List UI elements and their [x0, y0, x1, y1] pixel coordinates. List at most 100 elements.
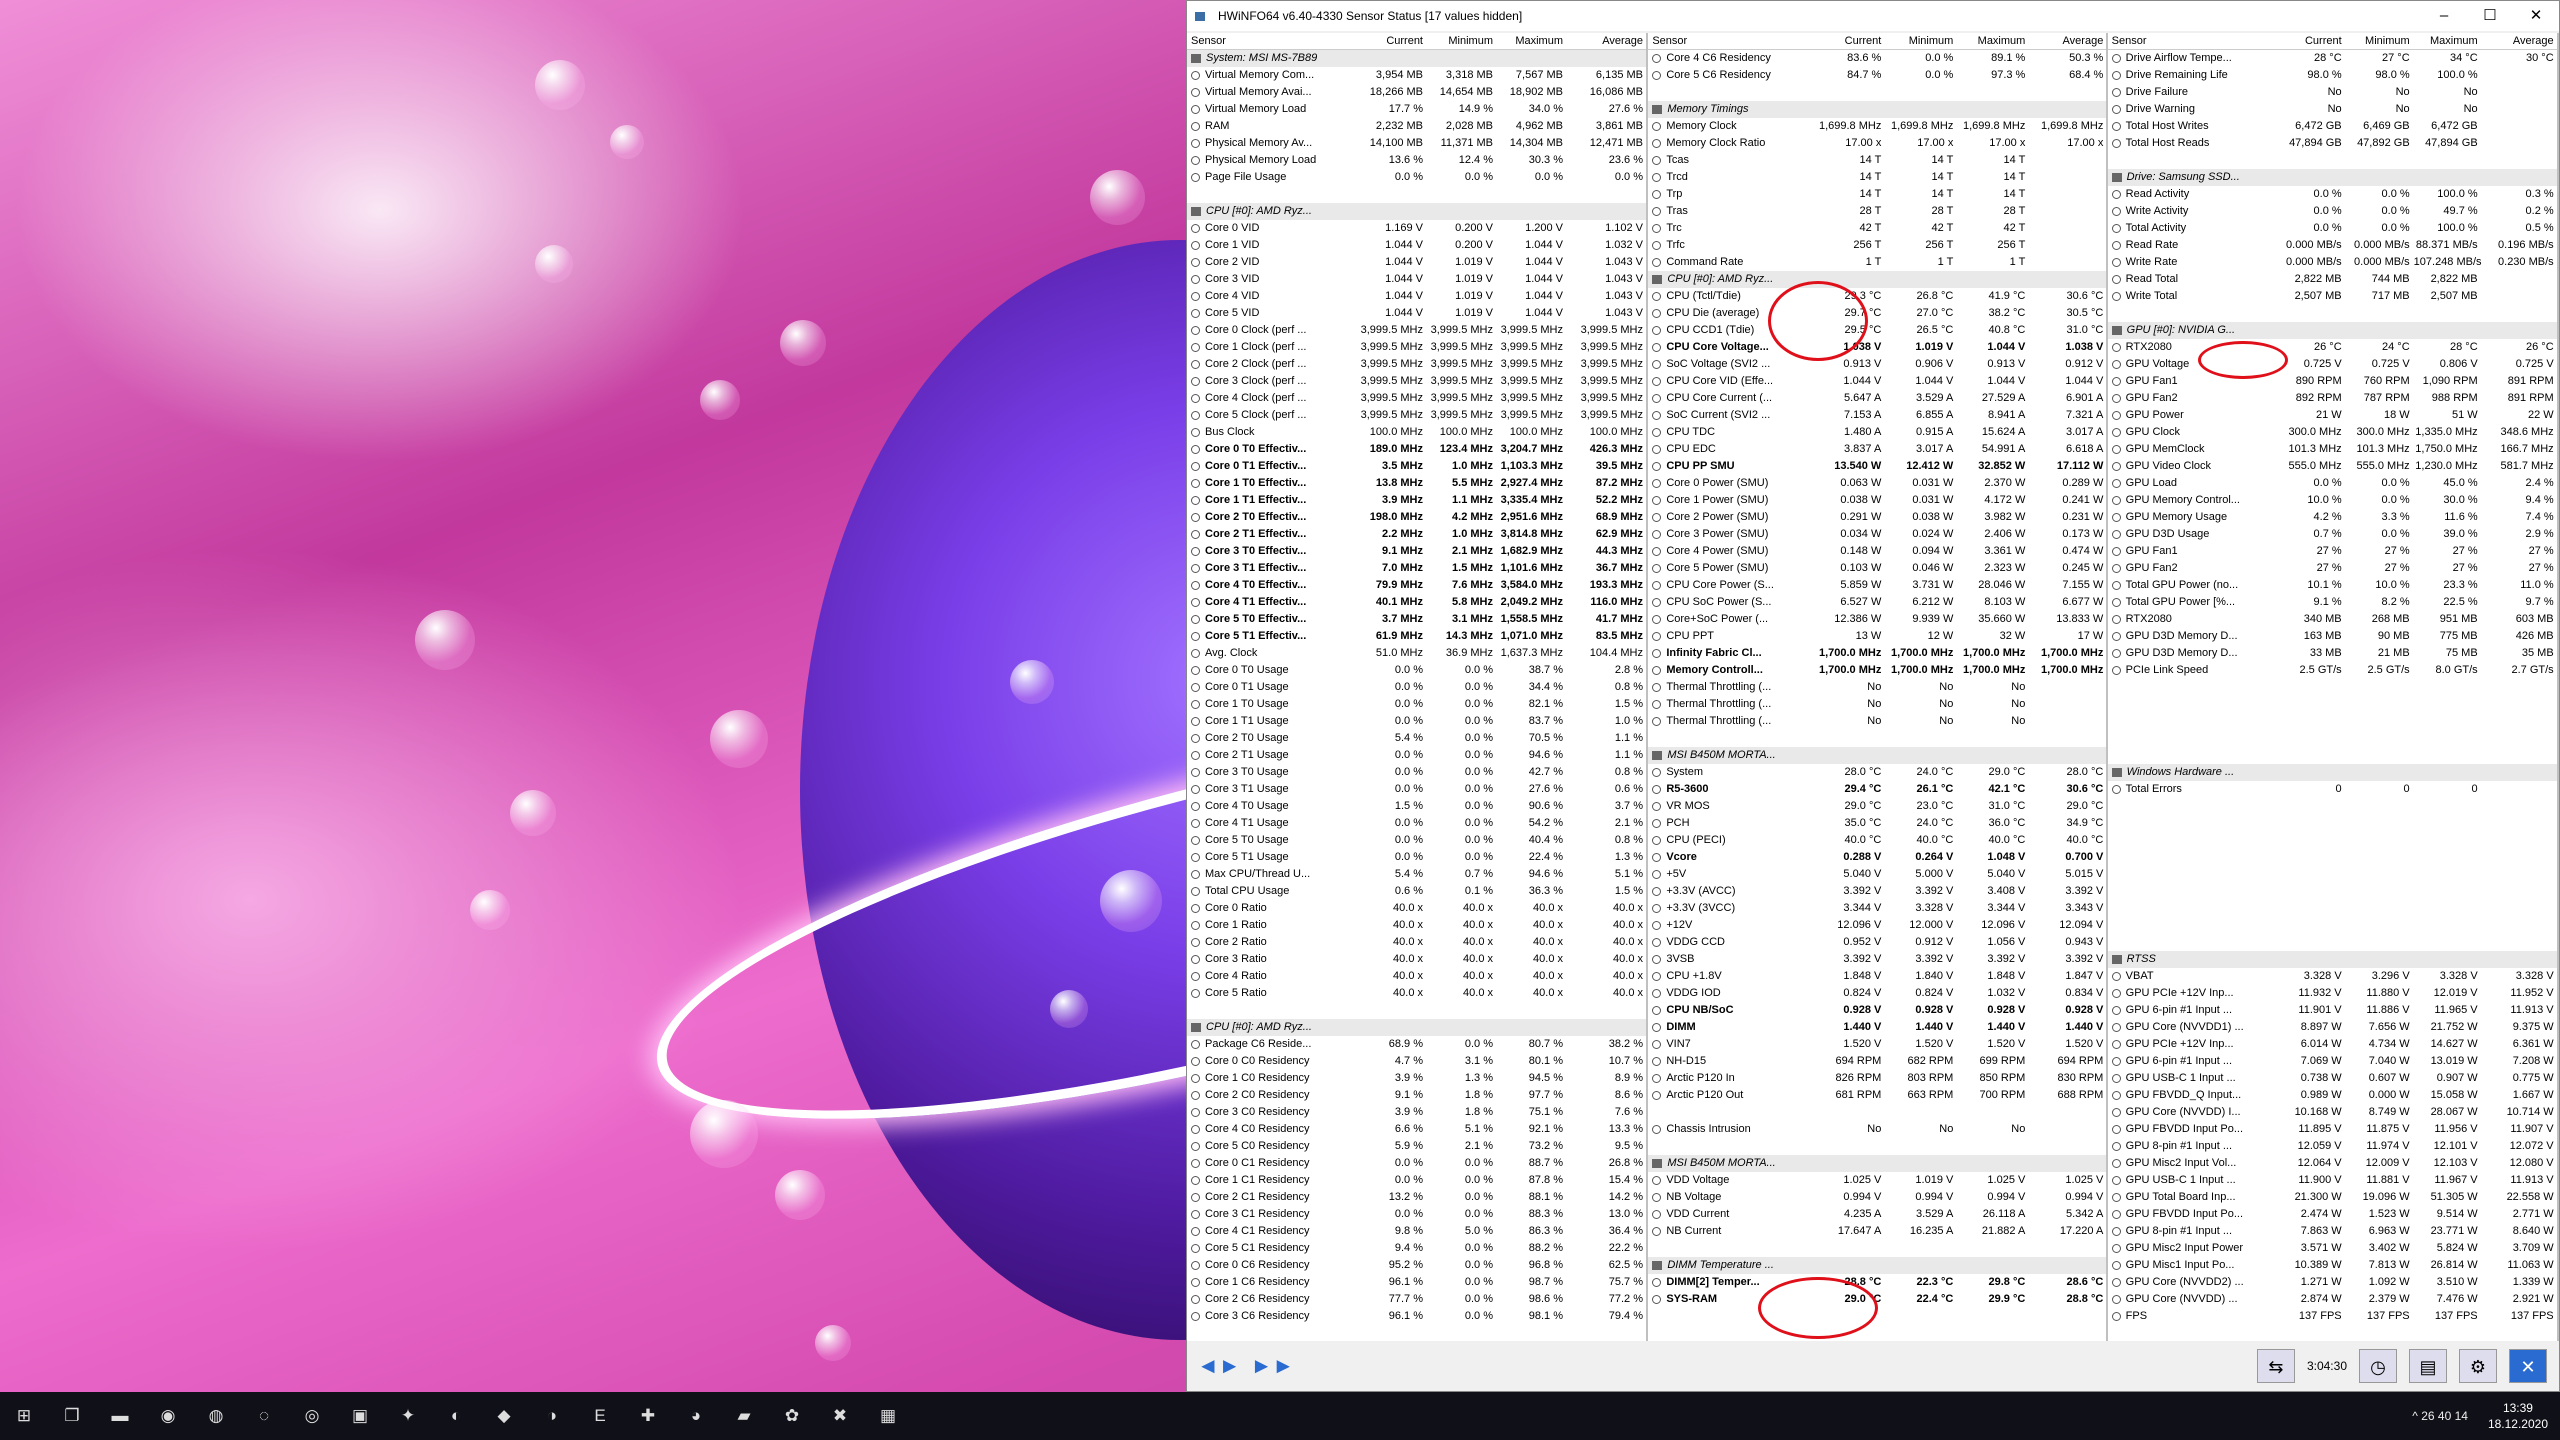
sensor-row[interactable]: Core 2 C1 Residency 13.2 % 0.0 % 88.1 % 14.2…	[1187, 1189, 1646, 1206]
kodi-icon[interactable]: ✚	[624, 1392, 672, 1440]
close-button[interactable]: ✕	[2513, 1, 2559, 31]
sensor-row[interactable]: GPU FBVDD Input Po... 2.474 W 1.523 W 9.514…	[2108, 1206, 2557, 1223]
sensor-row[interactable]: RAM 2,232 MB 2,028 MB 4,962 MB 3,861 MB	[1187, 118, 1646, 135]
sensor-row[interactable]: VR MOS 29.0 °C 23.0 °C 31.0 °C 29.0 °C	[1648, 798, 2105, 815]
sensor-row[interactable]: Core 1 C6 Residency 96.1 % 0.0 % 98.7 % 75.7…	[1187, 1274, 1646, 1291]
sensor-row[interactable]: Core 3 VID 1.044 V 1.019 V 1.044 V 1.043 V	[1187, 271, 1646, 288]
sensor-row[interactable]: DIMM[2] Temper... 28.8 °C 22.3 °C 29.8 °C 28…	[1648, 1274, 2105, 1291]
sensor-row[interactable]: GPU MemClock 101.3 MHz 101.3 MHz 1,750.0 MH…	[2108, 441, 2557, 458]
sensor-row[interactable]: CPU Die (average) 29.7 °C 27.0 °C 38.2 °C 30…	[1648, 305, 2105, 322]
sensor-pane-1[interactable]: Sensor Current Minimum Maximum Average System…	[1187, 33, 1649, 1343]
sensor-row[interactable]: Core 0 C0 Residency 4.7 % 3.1 % 80.1 % 10.7 …	[1187, 1053, 1646, 1070]
sensor-row[interactable]: GPU 6-pin #1 Input ... 7.069 W 7.040 W 13.0…	[2108, 1053, 2557, 1070]
sensor-row[interactable]: GPU Fan1 890 RPM 760 RPM 1,090 RPM 891 RPM	[2108, 373, 2557, 390]
sensor-row[interactable]: VBAT 3.328 V 3.296 V 3.328 V 3.328 V	[2108, 968, 2557, 985]
sensor-row[interactable]: Tras 28 T 28 T 28 T	[1648, 203, 2105, 220]
sensor-row[interactable]: GPU USB-C 1 Input ... 11.900 V 11.881 V 11.…	[2108, 1172, 2557, 1189]
sensor-row[interactable]: Core 2 Ratio 40.0 x 40.0 x 40.0 x 40.0 x	[1187, 934, 1646, 951]
sensor-row[interactable]: Read Total 2,822 MB 744 MB 2,822 MB	[2108, 271, 2557, 288]
column-header[interactable]: Sensor	[1187, 33, 1357, 49]
msi-icon[interactable]: ◆	[480, 1392, 528, 1440]
sensor-row[interactable]: CPU PP SMU 13.540 W 12.412 W 32.852 W 17.112…	[1648, 458, 2105, 475]
sensor-row[interactable]: GPU Total Board Inp... 21.300 W 19.096 W 51…	[2108, 1189, 2557, 1206]
nav-left-button[interactable]: ◄►	[1197, 1353, 1241, 1379]
column-header[interactable]: Sensor	[2108, 33, 2276, 49]
sensor-pane-3[interactable]: Sensor Current Minimum Maximum Average Drive …	[2107, 33, 2559, 1343]
sensor-row[interactable]: Core 5 T1 Usage 0.0 % 0.0 % 22.4 % 1.3 %	[1187, 849, 1646, 866]
sensor-row[interactable]: Core 1 C1 Residency 0.0 % 0.0 % 87.8 % 15.4 …	[1187, 1172, 1646, 1189]
sensor-row[interactable]: Drive Airflow Tempe... 28 °C 27 °C 34 °C 30 …	[2108, 50, 2557, 67]
sensor-row[interactable]: CPU (PECI) 40.0 °C 40.0 °C 40.0 °C 40.0 °C	[1648, 832, 2105, 849]
sensor-row[interactable]: Core 1 T0 Usage 0.0 % 0.0 % 82.1 % 1.5 %	[1187, 696, 1646, 713]
sensor-row[interactable]: Core 2 T0 Usage 5.4 % 0.0 % 70.5 % 1.1 %	[1187, 730, 1646, 747]
sensor-row[interactable]: Core 1 Ratio 40.0 x 40.0 x 40.0 x 40.0 x	[1187, 917, 1646, 934]
sensor-group-header[interactable]: System: MSI MS-7B89	[1187, 50, 1647, 67]
sensor-row[interactable]: VDD Current 4.235 A 3.529 A 26.118 A 5.342 A	[1648, 1206, 2105, 1223]
sensor-row[interactable]: Memory Clock Ratio 17.00 x 17.00 x 17.00 x 1…	[1648, 135, 2105, 152]
sensor-row[interactable]: GPU Fan2 892 RPM 787 RPM 988 RPM 891 RPM	[2108, 390, 2557, 407]
sensor-row[interactable]: Total Errors 0 0 0	[2108, 781, 2557, 798]
sensor-row[interactable]: Core 0 C1 Residency 0.0 % 0.0 % 88.7 % 26.8 …	[1187, 1155, 1646, 1172]
sensor-row[interactable]: NB Current 17.647 A 16.235 A 21.882 A 17.220…	[1648, 1223, 2105, 1240]
sensor-row[interactable]: PCIe Link Speed 2.5 GT/s 2.5 GT/s 8.0 GT/s 2…	[2108, 662, 2557, 679]
sensor-row[interactable]: Core 0 T1 Usage 0.0 % 0.0 % 34.4 % 0.8 %	[1187, 679, 1646, 696]
sensor-row[interactable]: Core 3 C6 Residency 96.1 % 0.0 % 98.1 % 79.4…	[1187, 1308, 1646, 1325]
sensor-group-header[interactable]: RTSS	[2107, 951, 2557, 968]
sensor-row[interactable]: Core 3 Ratio 40.0 x 40.0 x 40.0 x 40.0 x	[1187, 951, 1646, 968]
sensor-row[interactable]: Core 2 T1 Effectiv... 2.2 MHz 1.0 MHz 3,814…	[1187, 526, 1646, 543]
sensor-row[interactable]: Core 5 Clock (perf ... 3,999.5 MHz 3,999.5…	[1187, 407, 1646, 424]
sensor-row[interactable]: Core 1 Power (SMU) 0.038 W 0.031 W 4.172 W 0…	[1648, 492, 2105, 509]
report-icon[interactable]: ▤	[2409, 1349, 2447, 1383]
sensor-row[interactable]: GPU PCIe +12V Inp... 11.932 V 11.880 V 12.0…	[2108, 985, 2557, 1002]
discord-icon[interactable]: ◍	[192, 1392, 240, 1440]
corsair-icon[interactable]: ✦	[384, 1392, 432, 1440]
sensor-row[interactable]: GPU 8-pin #1 Input ... 12.059 V 11.974 V 12…	[2108, 1138, 2557, 1155]
firefox-icon[interactable]: ◉	[144, 1392, 192, 1440]
sensor-row[interactable]: Infinity Fabric Cl... 1,700.0 MHz 1,700.0 …	[1648, 645, 2105, 662]
column-header[interactable]: Current	[1357, 33, 1427, 49]
sensor-group-header[interactable]: CPU [#0]: AMD Ryz...	[1648, 271, 2106, 288]
hwinfo-icon[interactable]: ▦	[864, 1392, 912, 1440]
sensor-row[interactable]: GPU Memory Control... 10.0 % 0.0 % 30.0 % 9.…	[2108, 492, 2557, 509]
settings-icon[interactable]: ⚙	[2459, 1349, 2497, 1383]
sensor-row[interactable]: Core 3 C1 Residency 0.0 % 0.0 % 88.3 % 13.0 …	[1187, 1206, 1646, 1223]
sensor-row[interactable]: Core 4 T1 Usage 0.0 % 0.0 % 54.2 % 2.1 %	[1187, 815, 1646, 832]
sensor-row[interactable]: Core 0 Clock (perf ... 3,999.5 MHz 3,999.5…	[1187, 322, 1646, 339]
sensor-row[interactable]: Core 2 Clock (perf ... 3,999.5 MHz 3,999.5…	[1187, 356, 1646, 373]
sensor-row[interactable]: Total Host Writes 6,472 GB 6,469 GB 6,472 G…	[2108, 118, 2557, 135]
sensor-row[interactable]: Virtual Memory Avai... 18,266 MB 14,654 MB…	[1187, 84, 1646, 101]
sensor-row[interactable]: Core 4 VID 1.044 V 1.019 V 1.044 V 1.043 V	[1187, 288, 1646, 305]
sensor-row[interactable]: Read Activity 0.0 % 0.0 % 100.0 % 0.3 %	[2108, 186, 2557, 203]
sensor-row[interactable]: Trcd 14 T 14 T 14 T	[1648, 169, 2105, 186]
minimize-button[interactable]: –	[2421, 1, 2467, 31]
sensor-row[interactable]: Tcas 14 T 14 T 14 T	[1648, 152, 2105, 169]
sensor-group-header[interactable]: MSI B450M MORTA...	[1648, 1155, 2106, 1172]
sensor-row[interactable]: Core 0 C6 Residency 95.2 % 0.0 % 96.8 % 62.5…	[1187, 1257, 1646, 1274]
sensor-row[interactable]: GPU Core (NVVDD) I... 10.168 W 8.749 W 28.0…	[2108, 1104, 2557, 1121]
column-header[interactable]: Average	[2029, 33, 2105, 49]
sensor-row[interactable]: Core 4 T0 Effectiv... 79.9 MHz 7.6 MHz 3,58…	[1187, 577, 1646, 594]
sensor-row[interactable]: Core 3 C0 Residency 3.9 % 1.8 % 75.1 % 7.6 %	[1187, 1104, 1646, 1121]
sensor-row[interactable]: Core 3 Clock (perf ... 3,999.5 MHz 3,999.5…	[1187, 373, 1646, 390]
sensor-row[interactable]: Core 5 C6 Residency 84.7 % 0.0 % 97.3 % 68.4…	[1648, 67, 2105, 84]
sensor-row[interactable]: Core 5 Ratio 40.0 x 40.0 x 40.0 x 40.0 x	[1187, 985, 1646, 1002]
sensor-row[interactable]: RTX2080 26 °C 24 °C 28 °C 26 °C	[2108, 339, 2557, 356]
sensor-row[interactable]: Arctic P120 Out 681 RPM 663 RPM 700 RPM 688 …	[1648, 1087, 2105, 1104]
sensor-group-header[interactable]: CPU [#0]: AMD Ryz...	[1187, 203, 1647, 220]
column-header[interactable]: Average	[1567, 33, 1646, 49]
sensor-row[interactable]: Chassis Intrusion No No No	[1648, 1121, 2105, 1138]
sensor-row[interactable]: GPU Core (NVVDD1) ... 8.897 W 7.656 W 21.75…	[2108, 1019, 2557, 1036]
sensor-row[interactable]: Total Host Reads 47,894 GB 47,892 GB 47,894…	[2108, 135, 2557, 152]
sensor-row[interactable]: Core 2 VID 1.044 V 1.019 V 1.044 V 1.043 V	[1187, 254, 1646, 271]
sensor-row[interactable]: Core 5 Power (SMU) 0.103 W 0.046 W 2.323 W 0…	[1648, 560, 2105, 577]
sensor-row[interactable]: CPU Core Voltage... 1.038 V 1.019 V 1.044 V…	[1648, 339, 2105, 356]
column-header[interactable]: Maximum	[1957, 33, 2029, 49]
file-explorer-icon[interactable]: ▬	[96, 1392, 144, 1440]
sensor-row[interactable]: Write Rate 0.000 MB/s 0.000 MB/s 107.248 MB…	[2108, 254, 2557, 271]
sensor-row[interactable]: Core 4 C0 Residency 6.6 % 5.1 % 92.1 % 13.3 …	[1187, 1121, 1646, 1138]
sensor-row[interactable]: VDD Voltage 1.025 V 1.019 V 1.025 V 1.025 V	[1648, 1172, 2105, 1189]
origin-icon[interactable]: ◎	[288, 1392, 336, 1440]
sensor-row[interactable]: Core 1 T1 Effectiv... 3.9 MHz 1.1 MHz 3,335…	[1187, 492, 1646, 509]
sensor-row[interactable]: Core 1 T1 Usage 0.0 % 0.0 % 83.7 % 1.0 %	[1187, 713, 1646, 730]
sensor-row[interactable]: VIN7 1.520 V 1.520 V 1.520 V 1.520 V	[1648, 1036, 2105, 1053]
